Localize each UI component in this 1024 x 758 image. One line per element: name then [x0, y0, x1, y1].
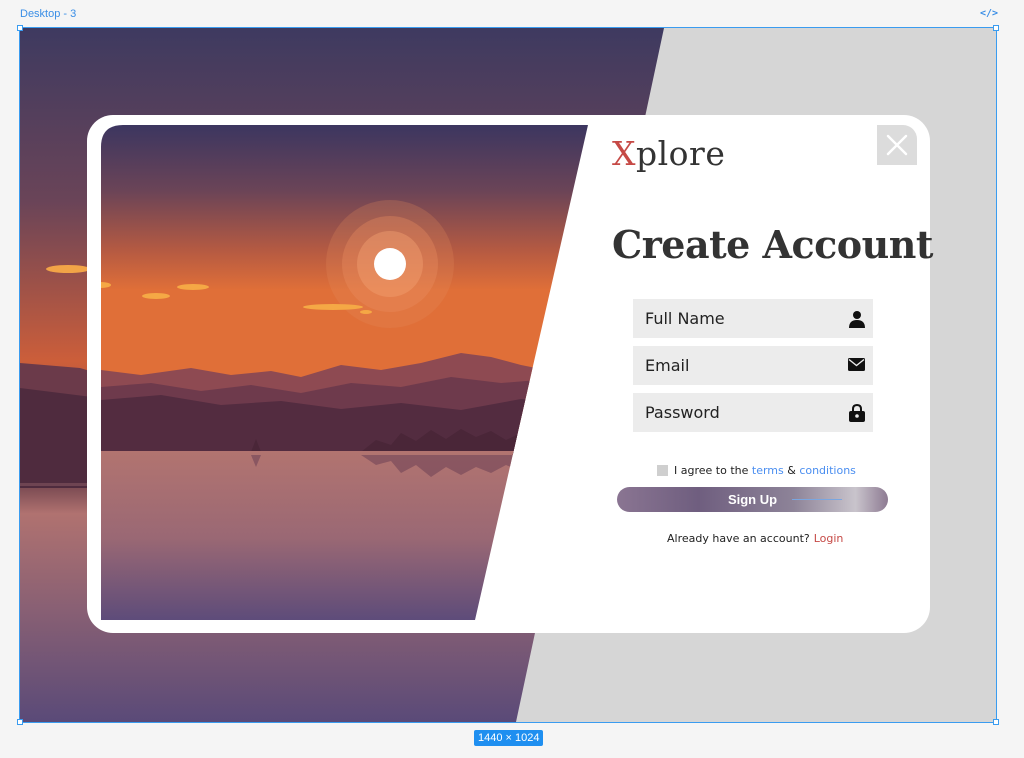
email-input[interactable]: [633, 346, 845, 385]
resize-handle-top-right[interactable]: [993, 25, 999, 31]
resize-handle-top-left[interactable]: [17, 25, 23, 31]
full-name-input[interactable]: [633, 299, 845, 338]
frame-size-badge: 1440 × 1024: [474, 730, 544, 746]
user-icon: [849, 311, 865, 328]
login-prompt: Already have an account? Login: [667, 532, 843, 545]
close-icon: [886, 134, 908, 156]
close-button[interactable]: [877, 125, 917, 165]
brand-logo: Xplore: [612, 134, 725, 173]
code-view-icon[interactable]: </>: [980, 8, 998, 19]
full-name-field[interactable]: [633, 299, 873, 338]
password-input[interactable]: [633, 393, 845, 432]
envelope-icon: [848, 358, 865, 371]
email-field[interactable]: [633, 346, 873, 385]
agree-text: I agree to the: [674, 464, 749, 477]
button-highlight-line: [792, 499, 842, 500]
conditions-link[interactable]: conditions: [799, 464, 856, 477]
resize-handle-bottom-right[interactable]: [993, 719, 999, 725]
terms-link[interactable]: terms: [752, 464, 784, 477]
resize-handle-bottom-left[interactable]: [17, 719, 23, 725]
page-title: Create Account: [612, 222, 933, 267]
logo-rest: plore: [636, 134, 726, 173]
logo-initial: X: [612, 134, 636, 173]
password-field[interactable]: [633, 393, 873, 432]
lock-icon: [849, 404, 865, 422]
terms-checkbox[interactable]: [657, 465, 668, 476]
login-link[interactable]: Login: [814, 532, 844, 545]
have-account-text: Already have an account?: [667, 532, 810, 545]
frame-label[interactable]: Desktop - 3: [20, 8, 76, 20]
ampersand-text: &: [787, 464, 796, 477]
sunset-illustration: [101, 125, 588, 620]
terms-agreement: I agree to the terms & conditions: [657, 464, 856, 477]
sign-up-button[interactable]: Sign Up: [617, 487, 888, 512]
